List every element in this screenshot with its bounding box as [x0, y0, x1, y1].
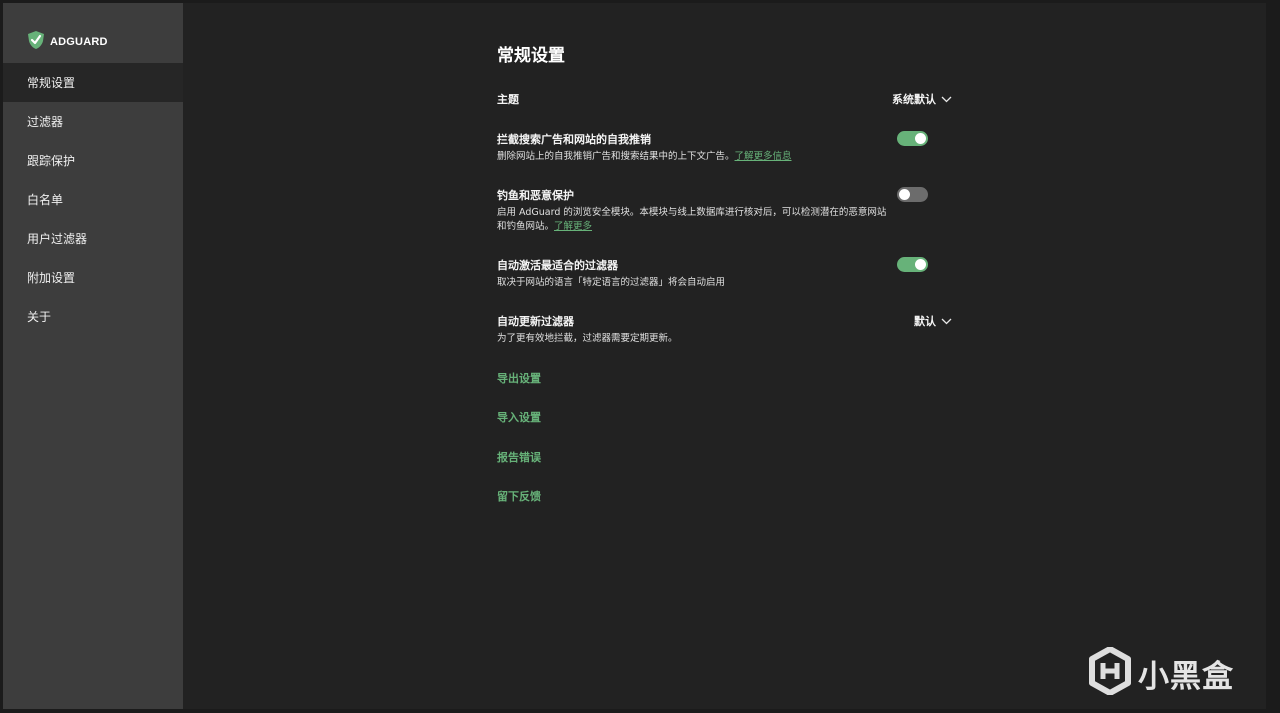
logo-text: ADGUARD: [50, 36, 108, 48]
sidebar-item-advanced[interactable]: 附加设置: [3, 258, 183, 297]
phishing-setting: 钓鱼和恶意保护 启用 AdGuard 的浏览安全模块。本模块与线上数据库进行核对…: [497, 187, 957, 234]
sidebar-item-user-filters[interactable]: 用户过滤器: [3, 219, 183, 258]
logo[interactable]: ADGUARD: [26, 30, 108, 54]
sidebar-item-tracking-protection[interactable]: 跟踪保护: [3, 141, 183, 180]
sidebar-item-about[interactable]: 关于: [3, 297, 183, 336]
auto-update-setting: 自动更新过滤器 为了更有效地拦截，过滤器需要定期更新。 默认: [497, 313, 957, 346]
self-promo-desc: 删除网站上的自我推销广告和搜索结果中的上下文广告。了解更多信息: [497, 150, 887, 164]
shield-check-icon: [26, 30, 46, 54]
self-promo-toggle[interactable]: [897, 131, 928, 146]
sidebar-item-label: 跟踪保护: [27, 154, 76, 168]
sidebar: ADGUARD 常规设置 过滤器 跟踪保护 白名单 用户过滤器 附加设置 关于: [3, 3, 183, 709]
sidebar-item-general[interactable]: 常规设置: [3, 63, 183, 102]
theme-value: 系统默认: [892, 93, 936, 106]
auto-update-title: 自动更新过滤器: [497, 315, 574, 328]
watermark-logo-icon: [1088, 646, 1132, 699]
report-bug-link[interactable]: 报告错误: [497, 449, 541, 465]
sidebar-item-label: 用户过滤器: [27, 232, 88, 246]
auto-filters-setting: 自动激活最适合的过滤器 取决于网站的语言「特定语言的过滤器」将会自动启用: [497, 257, 957, 290]
sidebar-item-label: 白名单: [27, 193, 64, 207]
phishing-desc: 启用 AdGuard 的浏览安全模块。本模块与线上数据库进行核对后，可以检测潜在…: [497, 206, 887, 234]
sidebar-item-label: 附加设置: [27, 271, 76, 285]
export-settings-link[interactable]: 导出设置: [497, 370, 541, 386]
theme-label: 主题: [497, 93, 519, 106]
import-settings-link[interactable]: 导入设置: [497, 409, 541, 425]
phishing-learn-more-link[interactable]: 了解更多: [554, 221, 592, 232]
auto-filters-toggle[interactable]: [897, 257, 928, 272]
watermark-text: 小黑盒: [1138, 658, 1234, 695]
page-title: 常规设置: [497, 46, 565, 66]
app-window: ADGUARD 常规设置 过滤器 跟踪保护 白名单 用户过滤器 附加设置 关于: [3, 3, 1266, 709]
chevron-down-icon: [941, 315, 952, 328]
auto-update-select[interactable]: 默认: [914, 313, 952, 329]
toggle-knob: [915, 259, 926, 270]
auto-update-value: 默认: [914, 315, 936, 328]
leave-feedback-link[interactable]: 留下反馈: [497, 488, 541, 504]
chevron-down-icon: [941, 93, 952, 106]
theme-select[interactable]: 系统默认: [892, 91, 952, 107]
sidebar-item-label: 过滤器: [27, 115, 64, 129]
self-promo-setting: 拦截搜索广告和网站的自我推销 删除网站上的自我推销广告和搜索结果中的上下文广告。…: [497, 131, 957, 164]
auto-filters-desc: 取决于网站的语言「特定语言的过滤器」将会自动启用: [497, 277, 726, 288]
self-promo-learn-more-link[interactable]: 了解更多信息: [735, 151, 792, 162]
self-promo-desc-text: 删除网站上的自我推销广告和搜索结果中的上下文广告。: [497, 151, 735, 162]
sidebar-item-label: 关于: [27, 310, 52, 324]
theme-setting: 主题 系统默认: [497, 91, 957, 107]
watermark: 小黑盒: [1088, 646, 1234, 699]
toggle-knob: [915, 133, 926, 144]
sidebar-item-allowlist[interactable]: 白名单: [3, 180, 183, 219]
sidebar-item-filters[interactable]: 过滤器: [3, 102, 183, 141]
toggle-knob: [899, 189, 910, 200]
self-promo-title: 拦截搜索广告和网站的自我推销: [497, 133, 651, 146]
sidebar-nav: 常规设置 过滤器 跟踪保护 白名单 用户过滤器 附加设置 关于: [3, 63, 183, 336]
auto-update-desc: 为了更有效地拦截，过滤器需要定期更新。: [497, 333, 678, 344]
sidebar-item-label: 常规设置: [27, 76, 76, 90]
auto-filters-title: 自动激活最适合的过滤器: [497, 259, 618, 272]
phishing-title: 钓鱼和恶意保护: [497, 189, 574, 202]
phishing-toggle[interactable]: [897, 187, 928, 202]
